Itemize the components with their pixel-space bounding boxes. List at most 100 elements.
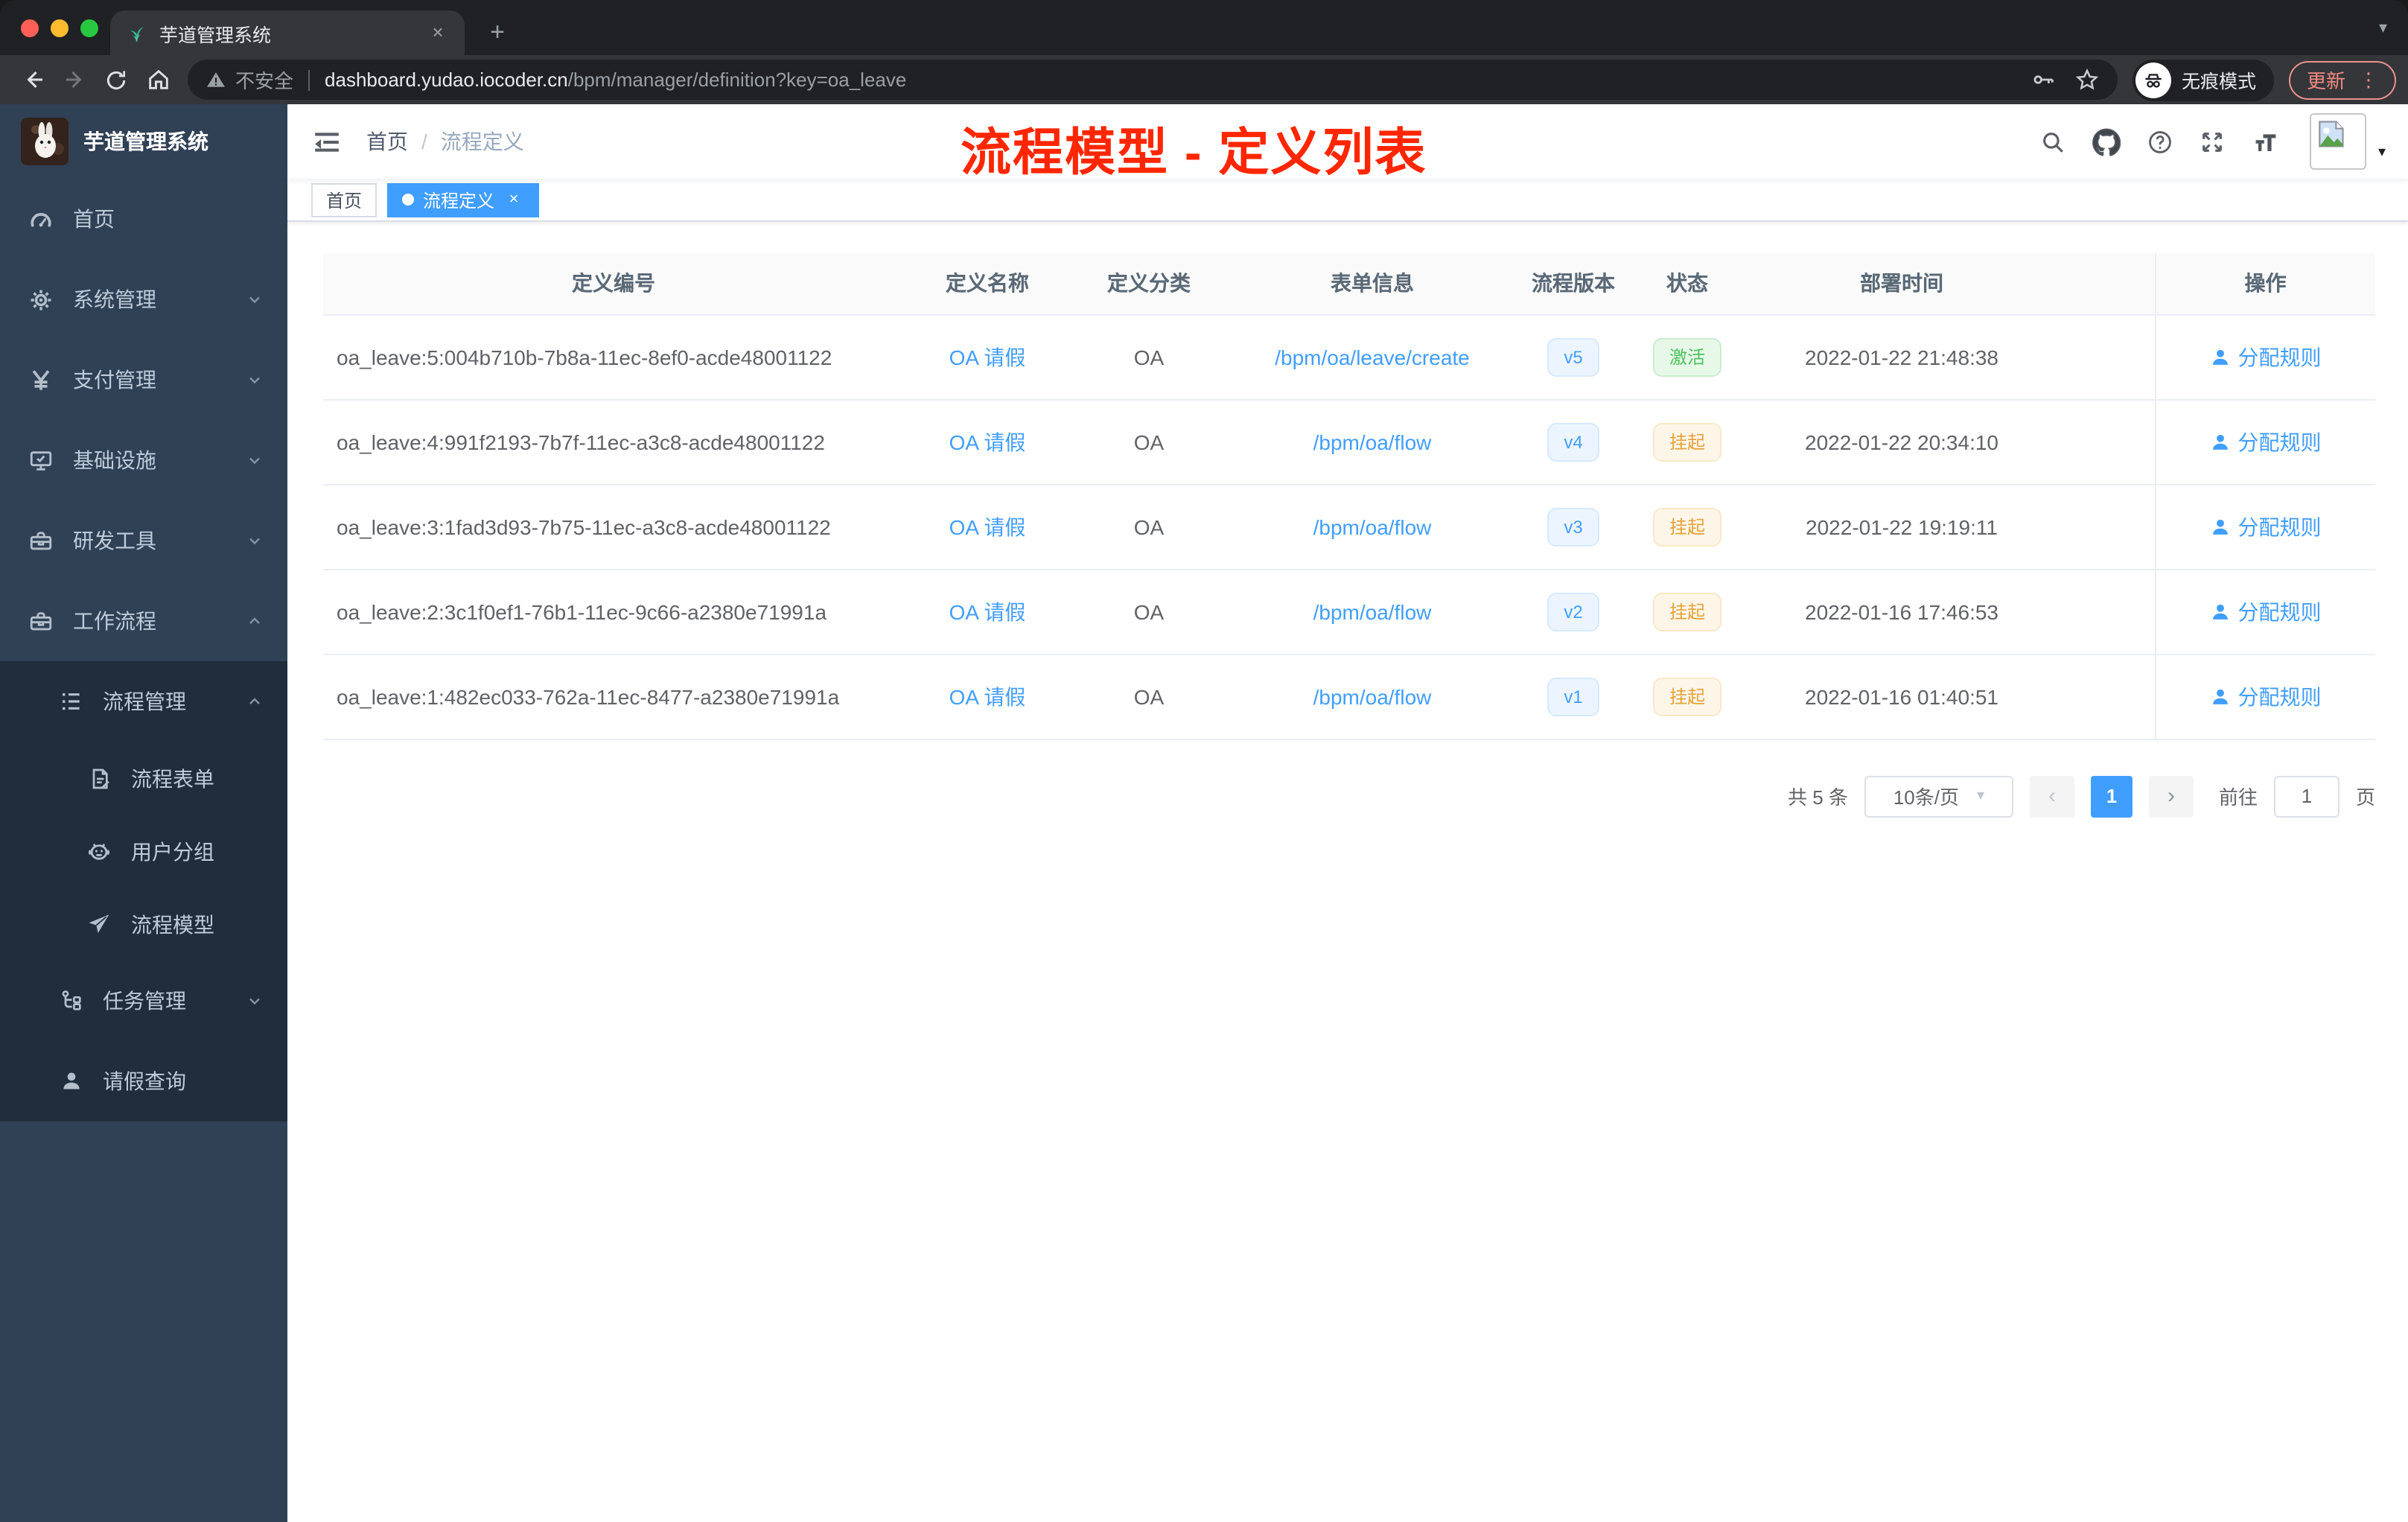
version-badge: v1: [1547, 677, 1599, 716]
hamburger-icon: [314, 132, 338, 151]
breadcrumb-separator: /: [421, 130, 427, 153]
reload-icon: [106, 70, 126, 89]
version-badge: v2: [1547, 592, 1599, 631]
browser-tab[interactable]: 芋道管理系统 ×: [110, 10, 465, 55]
sidebar-item-dev-tools[interactable]: 研发工具: [0, 500, 287, 581]
assign-rule-button[interactable]: 分配规则: [2210, 681, 2322, 711]
table-header-row: 定义编号 定义名称 定义分类 表单信息 流程版本 状态 部署时间 操作: [323, 253, 2375, 315]
chevron-down-icon: [246, 290, 264, 308]
user-solid-icon: [2212, 348, 2228, 364]
form-link[interactable]: /bpm/oa/flow: [1313, 515, 1432, 538]
assign-rule-button[interactable]: 分配规则: [2210, 596, 2322, 626]
assign-rule-button[interactable]: 分配规则: [2210, 342, 2322, 372]
sidebar-item-process-form[interactable]: 流程表单: [0, 742, 287, 815]
status-badge: 挂起: [1652, 592, 1721, 631]
forward-icon: [65, 71, 81, 89]
sidebar-item-task-management[interactable]: 任务管理: [0, 961, 287, 1041]
back-button[interactable]: [12, 60, 54, 99]
sidebar-item-payment[interactable]: 支付管理: [0, 340, 287, 420]
avatar-caret-icon[interactable]: ▾: [2378, 144, 2386, 160]
font-size-button[interactable]: [2252, 129, 2280, 154]
form-link[interactable]: /bpm/oa/flow: [1313, 430, 1432, 453]
definition-name-link[interactable]: OA 请假: [949, 345, 1026, 369]
user-avatar[interactable]: [2309, 113, 2366, 170]
definition-name-link[interactable]: OA 请假: [949, 684, 1026, 708]
security-chip[interactable]: 不安全: [206, 66, 293, 94]
sidebar: 芋道管理系统 首页 系统管理 支付管理 基础设施 研发工具 工作流程 流程管理 …: [0, 104, 287, 1522]
form-link[interactable]: /bpm/oa/flow: [1313, 599, 1432, 623]
help-button[interactable]: [2147, 129, 2173, 154]
key-icon: [2033, 75, 2054, 84]
browser-menu-icon[interactable]: ⋮: [2359, 68, 2378, 92]
table-row: oa_leave:2:3c1f0ef1-76b1-11ec-9c66-a2380…: [323, 569, 2375, 655]
breadcrumb: 首页 / 流程定义: [366, 127, 524, 156]
app-logo-row: 芋道管理系统: [0, 104, 287, 179]
status-badge: 挂起: [1652, 677, 1721, 716]
assign-rule-button[interactable]: 分配规则: [2210, 427, 2322, 456]
definition-name-link[interactable]: OA 请假: [949, 430, 1026, 453]
table-row: oa_leave:1:482ec033-762a-11ec-8477-a2380…: [323, 654, 2375, 739]
tab-search-caret-icon[interactable]: ▾: [2379, 18, 2387, 37]
security-label: 不安全: [235, 70, 294, 92]
sidebar-item-system[interactable]: 系统管理: [0, 259, 287, 340]
forward-button[interactable]: [54, 60, 95, 99]
password-key-button[interactable]: [2031, 67, 2057, 92]
chevron-up-icon: [246, 612, 264, 630]
tag-home[interactable]: 首页: [311, 182, 378, 217]
page-size-select[interactable]: 10条/页 ▾: [1864, 775, 2013, 817]
sidebar-item-process-management[interactable]: 流程管理: [0, 661, 287, 742]
tab-close-icon[interactable]: ×: [426, 21, 450, 45]
chevron-down-icon: [246, 371, 264, 389]
col-form-info: 表单信息: [1227, 253, 1517, 315]
current-page-button[interactable]: 1: [2090, 775, 2133, 817]
form-link[interactable]: /bpm/oa/leave/create: [1275, 345, 1470, 369]
divider: [308, 69, 310, 90]
definition-id: oa_leave:5:004b710b-7b8a-11ec-8ef0-acde4…: [323, 314, 904, 400]
deploy-time: 2022-01-22 19:19:11: [1745, 484, 2058, 570]
definition-category: OA: [1071, 569, 1227, 655]
deploy-time: 2022-01-16 01:40:51: [1745, 654, 2058, 739]
sidebar-item-home[interactable]: 首页: [0, 179, 287, 259]
document-edit-icon: [86, 766, 112, 790]
prev-page-button[interactable]: ‹: [2029, 775, 2074, 817]
window-zoom-button[interactable]: [80, 19, 98, 37]
status-badge: 挂起: [1652, 422, 1721, 461]
github-button[interactable]: [2092, 127, 2121, 156]
dashboard-icon: [28, 206, 54, 232]
next-page-button[interactable]: ›: [2148, 775, 2194, 817]
definition-name-link[interactable]: OA 请假: [949, 599, 1026, 623]
goto-page-input[interactable]: [2273, 775, 2339, 817]
update-button[interactable]: 更新 ⋮: [2288, 60, 2396, 99]
yen-icon: [28, 367, 54, 392]
url-text[interactable]: dashboard.yudao.iocoder.cn/bpm/manager/d…: [325, 69, 2013, 91]
breadcrumb-home[interactable]: 首页: [366, 127, 408, 156]
address-bar[interactable]: 不安全 dashboard.yudao.iocoder.cn/bpm/manag…: [188, 60, 2118, 100]
bookmark-button[interactable]: [2074, 67, 2100, 92]
sidebar-item-user-group[interactable]: 用户分组: [0, 815, 287, 888]
assign-rule-button[interactable]: 分配规则: [2210, 512, 2322, 541]
reload-button[interactable]: [95, 60, 137, 99]
tag-close-icon[interactable]: ×: [503, 191, 524, 208]
new-tab-button[interactable]: +: [480, 15, 515, 51]
sidebar-item-infrastructure[interactable]: 基础设施: [0, 420, 287, 500]
window-minimize-button[interactable]: [51, 19, 69, 37]
sidebar-collapse-button[interactable]: [310, 125, 343, 158]
window-close-button[interactable]: [21, 19, 39, 37]
active-dot: [402, 194, 415, 206]
fullscreen-button[interactable]: [2200, 129, 2225, 154]
col-definition-category: 定义分类: [1071, 253, 1227, 315]
sidebar-item-workflow[interactable]: 工作流程: [0, 581, 287, 661]
col-operation: 操作: [2154, 253, 2375, 315]
version-badge: v3: [1547, 507, 1599, 546]
breadcrumb-current: 流程定义: [440, 130, 524, 153]
definition-name-link[interactable]: OA 请假: [949, 515, 1026, 538]
sidebar-item-process-model[interactable]: 流程模型: [0, 888, 287, 961]
tag-process-definition[interactable]: 流程定义 ×: [387, 182, 540, 217]
home-button[interactable]: [137, 60, 179, 99]
user-solid-icon: [2212, 688, 2228, 704]
page-unit-label: 页: [2355, 786, 2375, 809]
search-button[interactable]: [2040, 129, 2065, 154]
red-annotation-title: 流程模型 - 定义列表: [961, 125, 1427, 182]
sidebar-item-leave-query[interactable]: 请假查询: [0, 1041, 287, 1121]
form-link[interactable]: /bpm/oa/flow: [1313, 684, 1432, 708]
